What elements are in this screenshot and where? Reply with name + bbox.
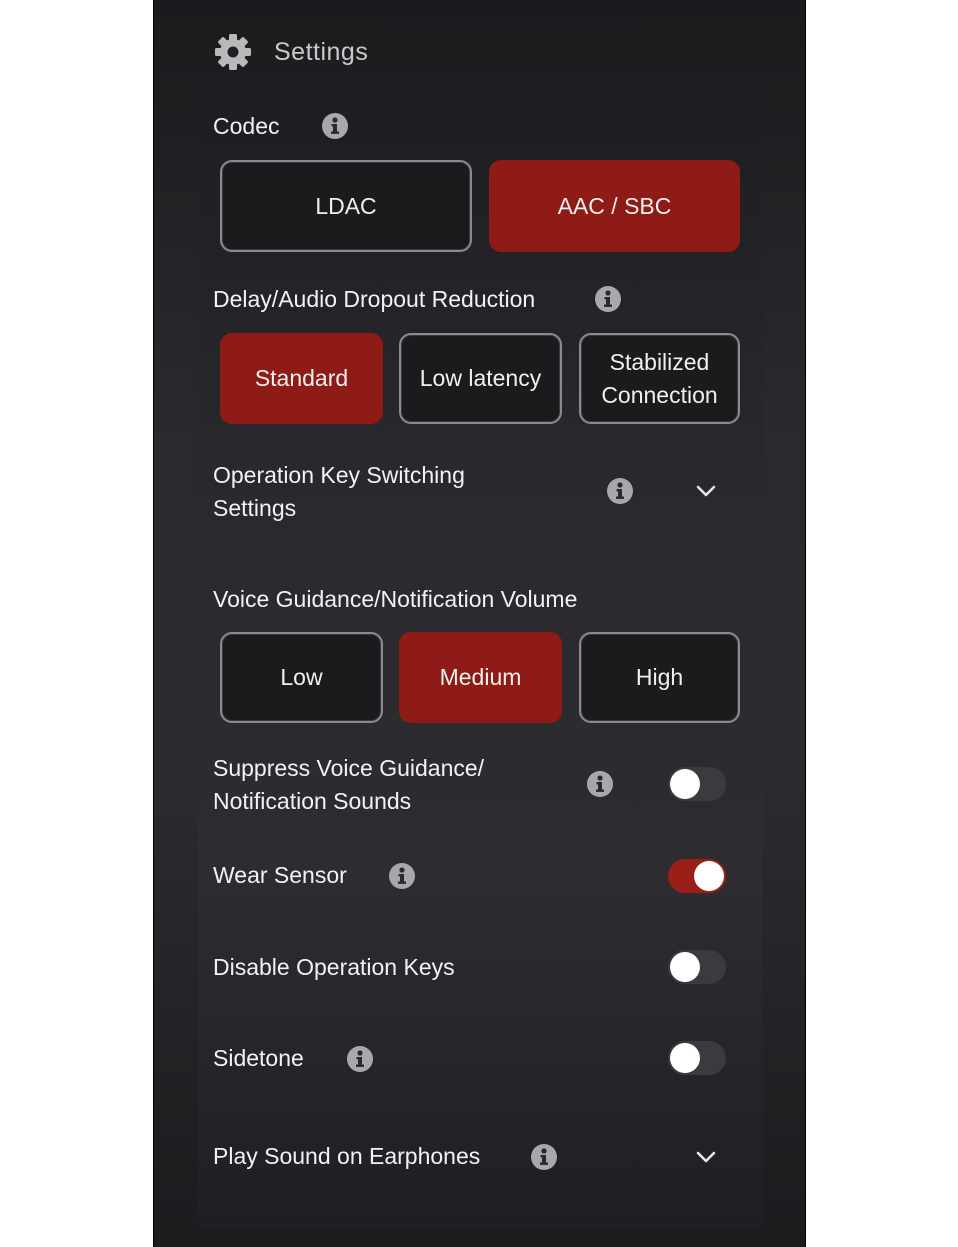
toggle-knob [670, 952, 700, 982]
delay-info-icon[interactable] [594, 285, 622, 313]
play-sound-chevron-down-icon[interactable] [695, 1150, 717, 1164]
settings-panel: Settings Codec LDAC AAC / SBC Delay/Audi… [153, 0, 806, 1247]
disable-keys-label: Disable Operation Keys [213, 954, 455, 980]
voice-volume-label: Voice Guidance/Notification Volume [213, 586, 578, 612]
disable-keys-toggle[interactable] [668, 950, 726, 984]
page-title: Settings [274, 37, 369, 66]
volume-high-label: High [635, 664, 684, 690]
codec-ldac-button[interactable]: LDAC [220, 160, 472, 252]
gear-icon [215, 34, 251, 70]
play-sound-label: Play Sound on Earphones [213, 1143, 481, 1169]
delay-stabilized-label: Stabilized Connection [601, 348, 718, 408]
delay-label: Delay/Audio Dropout Reduction [213, 286, 536, 312]
operation-key-label: Operation Key Switching Settings [213, 462, 465, 521]
settings-header: Settings [214, 30, 368, 74]
codec-ldac-label: LDAC [315, 192, 377, 219]
suppress-voice-label: Suppress Voice Guidance/ Notification So… [213, 755, 485, 814]
delay-low-latency-button[interactable]: Low latency [399, 333, 562, 424]
sidetone-info-icon[interactable] [346, 1045, 374, 1073]
volume-high-button[interactable]: High [579, 632, 740, 723]
sidetone-label: Sidetone [213, 1045, 304, 1071]
wear-sensor-info-icon[interactable] [388, 862, 416, 890]
delay-standard-label: Standard [254, 365, 349, 391]
play-sound-info-icon[interactable] [530, 1143, 558, 1171]
wear-sensor-toggle[interactable] [668, 859, 726, 893]
volume-medium-label: Medium [439, 664, 522, 690]
operation-key-chevron-down-icon[interactable] [695, 484, 717, 498]
operation-key-info-icon[interactable] [606, 477, 634, 505]
sidetone-toggle[interactable] [668, 1041, 726, 1075]
codec-aac-sbc-label: AAC / SBC [557, 192, 672, 219]
volume-medium-button[interactable]: Medium [399, 632, 562, 723]
toggle-knob [694, 861, 724, 891]
delay-standard-button[interactable]: Standard [220, 333, 383, 424]
toggle-knob [670, 1043, 700, 1073]
volume-low-button[interactable]: Low [220, 632, 383, 723]
codec-info-icon[interactable] [321, 112, 349, 140]
suppress-voice-toggle[interactable] [668, 767, 726, 801]
volume-low-label: Low [280, 664, 323, 690]
codec-aac-sbc-button[interactable]: AAC / SBC [489, 160, 740, 252]
wear-sensor-label: Wear Sensor [213, 862, 347, 888]
delay-stabilized-button[interactable]: Stabilized Connection [579, 333, 740, 424]
toggle-knob [670, 769, 700, 799]
codec-label: Codec [213, 113, 280, 139]
delay-low-latency-label: Low latency [419, 365, 542, 391]
suppress-voice-info-icon[interactable] [586, 770, 614, 798]
